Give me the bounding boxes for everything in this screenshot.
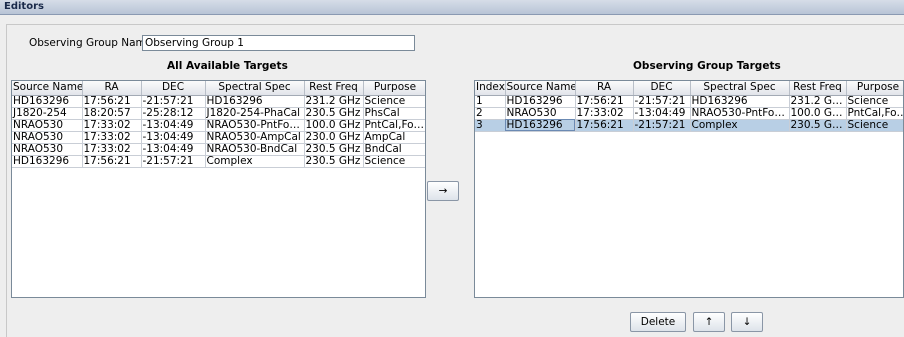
cell-purpose[interactable]: PntCal,Foc... — [363, 119, 425, 132]
cell-dec[interactable]: -21:57:21 — [141, 95, 206, 108]
cell-index[interactable]: 1 — [475, 95, 506, 108]
cell-purpose[interactable]: Science — [363, 95, 425, 108]
cell-purpose[interactable]: Science — [846, 95, 903, 108]
cell-purpose[interactable]: PhsCal — [363, 107, 425, 120]
delete-button[interactable]: Delete — [630, 312, 686, 332]
available-target-row[interactable]: HD163296 17:56:21 -21:57:21 HD163296 231.2 G… — [12, 95, 425, 108]
available-targets-title: All Available Targets — [167, 60, 288, 72]
cell-purpose[interactable]: PntCal,Foc... — [846, 107, 903, 120]
cell-ra[interactable]: 17:56:21 — [82, 95, 142, 108]
cell-spectral-spec[interactable]: HD163296 — [205, 95, 305, 108]
available-target-row[interactable]: NRAO530 17:33:02 -13:04:49 NRAO530-AmpCal 23… — [12, 131, 425, 144]
group-target-row[interactable]: 3 HD163296 17:56:21 -21:57:21 Complex 230.5 G… — [475, 119, 903, 132]
cell-purpose[interactable]: Science — [846, 119, 903, 132]
cell-index[interactable]: 2 — [475, 107, 506, 120]
cell-spectral-spec[interactable]: HD163296 — [690, 95, 790, 108]
cell-dec[interactable]: -21:57:21 — [141, 155, 206, 168]
cell-dec[interactable]: -13:04:49 — [141, 119, 206, 132]
cell-source-name[interactable]: HD163296 — [12, 155, 83, 168]
column-header-rest-freq[interactable]: Rest Freq — [304, 81, 364, 96]
group-target-row[interactable]: 2 NRAO530 17:33:02 -13:04:49 NRAO530-PntFoc.… — [475, 107, 903, 120]
cell-rest-freq[interactable]: 230.5 GHz — [789, 119, 847, 132]
cell-dec[interactable]: -21:57:21 — [633, 119, 691, 132]
available-target-row[interactable]: NRAO530 17:33:02 -13:04:49 NRAO530-PntFoc..… — [12, 119, 425, 132]
cell-source-name[interactable]: NRAO530 — [12, 131, 83, 144]
cell-dec[interactable]: -21:57:21 — [633, 95, 691, 108]
cell-source-name[interactable]: J1820-254 — [12, 107, 83, 120]
cell-source-name[interactable]: HD163296 — [12, 95, 83, 108]
cell-rest-freq[interactable]: 230.5 GHz — [304, 143, 364, 156]
group-name-input[interactable] — [142, 35, 415, 51]
cell-ra[interactable]: 17:33:02 — [575, 107, 634, 120]
cell-purpose[interactable]: BndCal — [363, 143, 425, 156]
cell-purpose[interactable]: Science — [363, 155, 425, 168]
column-header-spectral-spec[interactable]: Spectral Spec — [205, 81, 305, 96]
cell-source-name[interactable]: HD163296 — [505, 119, 576, 132]
cell-purpose[interactable]: AmpCal — [363, 131, 425, 144]
cell-rest-freq[interactable]: 230.5 GHz — [304, 155, 364, 168]
cell-ra[interactable]: 17:33:02 — [82, 119, 142, 132]
column-header-purpose[interactable]: Purpose — [363, 81, 425, 96]
cell-ra[interactable]: 18:20:57 — [82, 107, 142, 120]
available-target-row[interactable]: HD163296 17:56:21 -21:57:21 Complex 230.5 GH… — [12, 155, 425, 168]
group-table-header: Index Source Name RA DEC Spectral Spec Rest F… — [475, 81, 903, 96]
cell-dec[interactable]: -13:04:49 — [141, 143, 206, 156]
cell-spectral-spec[interactable]: Complex — [690, 119, 790, 132]
group-targets-table[interactable]: Index Source Name RA DEC Spectral Spec Rest F… — [474, 80, 904, 298]
available-table-header: Source Name RA DEC Spectral Spec Rest Freq Pu… — [12, 81, 425, 96]
cell-rest-freq[interactable]: 231.2 GHz — [789, 95, 847, 108]
column-header-spectral-spec[interactable]: Spectral Spec — [690, 81, 790, 96]
cell-ra[interactable]: 17:56:21 — [575, 95, 634, 108]
cell-ra[interactable]: 17:56:21 — [575, 119, 634, 132]
column-header-index[interactable]: Index — [475, 81, 506, 96]
cell-index[interactable]: 3 — [475, 119, 506, 132]
cell-spectral-spec[interactable]: Complex — [205, 155, 305, 168]
move-down-button[interactable]: ↓ — [731, 312, 763, 332]
editors-title-bar: Editors — [0, 0, 904, 15]
available-targets-table[interactable]: Source Name RA DEC Spectral Spec Rest Freq Pu… — [11, 80, 426, 298]
cell-spectral-spec[interactable]: J1820-254-PhaCal — [205, 107, 305, 120]
cell-rest-freq[interactable]: 100.0 GHz — [789, 107, 847, 120]
available-target-row[interactable]: J1820-254 18:20:57 -25:28:12 J1820-254-PhaC… — [12, 107, 425, 120]
cell-spectral-spec[interactable]: NRAO530-BndCal — [205, 143, 305, 156]
cell-source-name[interactable]: NRAO530 — [505, 107, 576, 120]
column-header-dec[interactable]: DEC — [141, 81, 206, 96]
column-header-source-name[interactable]: Source Name — [505, 81, 576, 96]
column-header-rest-freq[interactable]: Rest Freq — [789, 81, 847, 96]
group-targets-title: Observing Group Targets — [633, 60, 781, 72]
column-header-ra[interactable]: RA — [575, 81, 634, 96]
group-name-label: Observing Group Name — [29, 37, 153, 49]
cell-rest-freq[interactable]: 100.0 GHz — [304, 119, 364, 132]
cell-dec[interactable]: -13:04:49 — [141, 131, 206, 144]
add-target-button[interactable]: → — [427, 181, 459, 201]
cell-ra[interactable]: 17:56:21 — [82, 155, 142, 168]
cell-source-name[interactable]: NRAO530 — [12, 143, 83, 156]
cell-spectral-spec[interactable]: NRAO530-PntFoc... — [690, 107, 790, 120]
cell-source-name[interactable]: NRAO530 — [12, 119, 83, 132]
cell-spectral-spec[interactable]: NRAO530-AmpCal — [205, 131, 305, 144]
cell-rest-freq[interactable]: 230.0 GHz — [304, 131, 364, 144]
cell-rest-freq[interactable]: 230.5 GHz — [304, 107, 364, 120]
move-up-button[interactable]: ↑ — [693, 312, 725, 332]
column-header-source-name[interactable]: Source Name — [12, 81, 83, 96]
column-header-ra[interactable]: RA — [82, 81, 142, 96]
cell-dec[interactable]: -13:04:49 — [633, 107, 691, 120]
cell-source-name[interactable]: HD163296 — [505, 95, 576, 108]
available-target-row[interactable]: NRAO530 17:33:02 -13:04:49 NRAO530-BndCal 23… — [12, 143, 425, 156]
cell-rest-freq[interactable]: 231.2 GHz — [304, 95, 364, 108]
cell-dec[interactable]: -25:28:12 — [141, 107, 206, 120]
cell-spectral-spec[interactable]: NRAO530-PntFoc... — [205, 119, 305, 132]
column-header-purpose[interactable]: Purpose — [846, 81, 903, 96]
group-target-row[interactable]: 1 HD163296 17:56:21 -21:57:21 HD163296 231.2 … — [475, 95, 903, 108]
window-title: Editors — [4, 1, 44, 12]
column-header-dec[interactable]: DEC — [633, 81, 691, 96]
cell-ra[interactable]: 17:33:02 — [82, 143, 142, 156]
cell-ra[interactable]: 17:33:02 — [82, 131, 142, 144]
